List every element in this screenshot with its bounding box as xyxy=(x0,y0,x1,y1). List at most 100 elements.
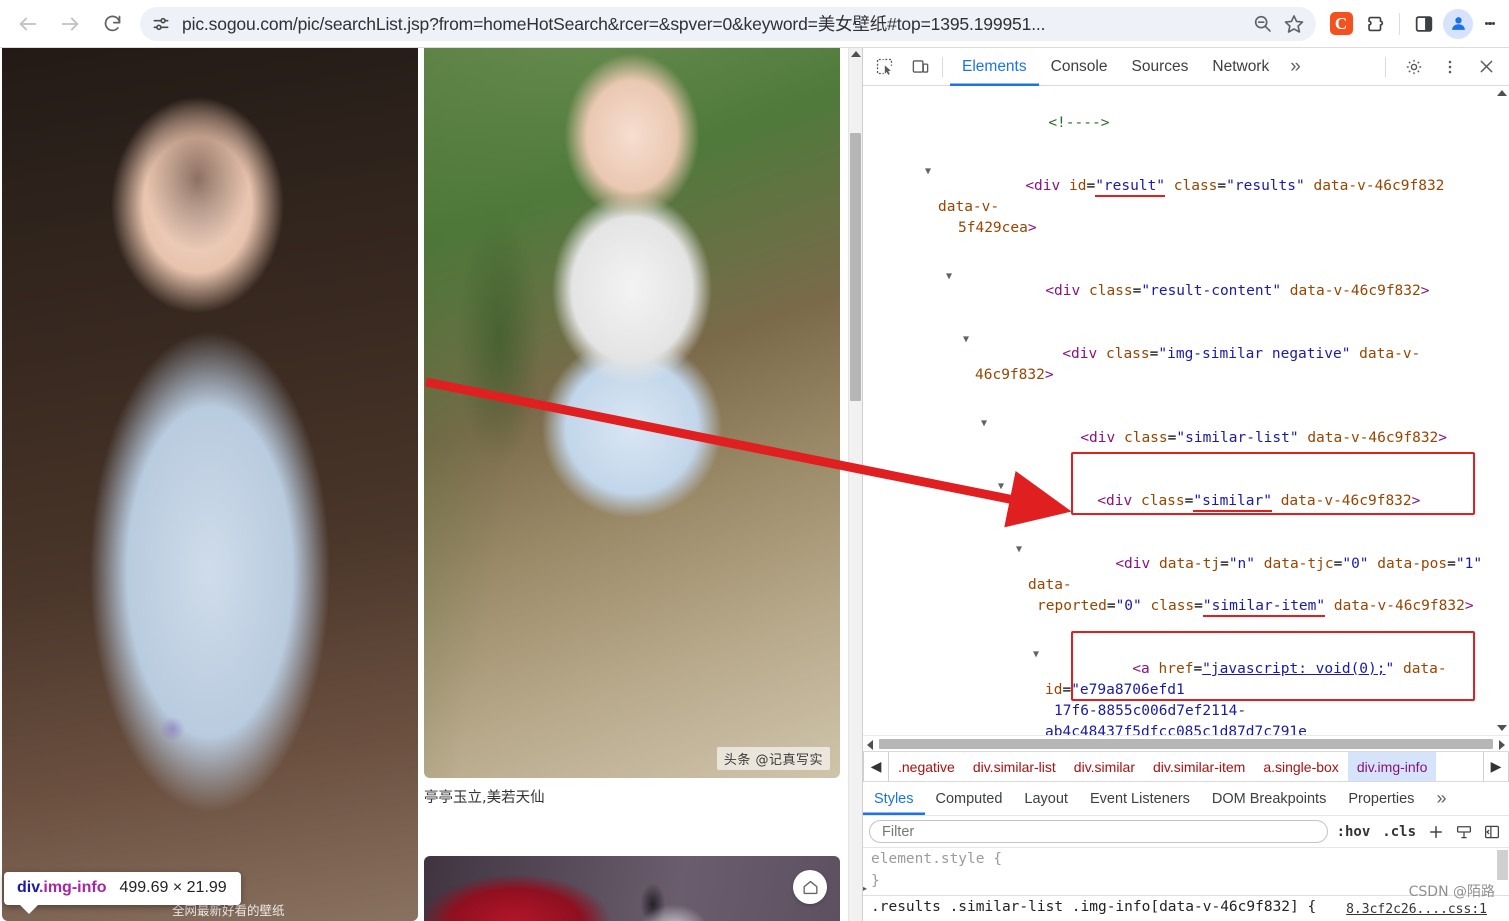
scroll-up-arrow-icon[interactable] xyxy=(851,51,861,57)
breadcrumb-item-negative[interactable]: .negative xyxy=(889,752,964,781)
styles-scrollbar-thumb[interactable] xyxy=(1497,850,1508,880)
css-rule-selector[interactable]: .results .similar-list .img-info[data-v-… xyxy=(871,899,1316,915)
dom-line[interactable]: ▼ <div class="similar" data-v-46c9f832> xyxy=(863,470,1495,533)
twisty-icon[interactable]: ▼ xyxy=(963,329,969,350)
tab-styles[interactable]: Styles xyxy=(863,782,925,815)
forward-button[interactable] xyxy=(52,6,88,42)
dom-line[interactable]: ▼ <div class="result-content" data-v-46c9… xyxy=(863,260,1495,323)
breadcrumb-item-similar-list[interactable]: div.similar-list xyxy=(964,752,1065,781)
page-scrollbar[interactable] xyxy=(848,48,862,921)
page-viewport: 全网最新好看的壁纸 头条 @记真写实 亭亭玉立,美若天仙 div.img-inf… xyxy=(0,48,862,921)
twisty-icon[interactable]: ▼ xyxy=(981,413,987,434)
dom-line[interactable]: ▼ <div id="result" class="results" data-v… xyxy=(863,155,1495,260)
twisty-icon[interactable]: ▼ xyxy=(925,161,931,182)
inspect-element-icon[interactable] xyxy=(869,52,899,82)
page-scrollbar-thumb[interactable] xyxy=(850,133,861,401)
result-photo[interactable] xyxy=(424,856,840,921)
extensions-area: C xyxy=(1324,7,1509,41)
styles-scrollbar[interactable] xyxy=(1496,848,1509,921)
toolbar-divider xyxy=(1385,56,1386,77)
dom-line[interactable]: ▼ <div class="img-similar negative" data-… xyxy=(863,323,1495,407)
image-result-card[interactable]: 头条 @记真写实 亭亭玉立,美若天仙 xyxy=(424,48,840,807)
dom-line[interactable]: <!----> xyxy=(863,92,1495,155)
back-arrow-icon xyxy=(19,17,37,30)
dom-tree[interactable]: <!----> ▼ <div id="result" class="results… xyxy=(863,86,1509,735)
tab-dom-breakpoints[interactable]: DOM Breakpoints xyxy=(1201,782,1337,815)
tab-computed[interactable]: Computed xyxy=(925,782,1014,815)
close-devtools-icon[interactable] xyxy=(1471,52,1501,82)
dom-line[interactable]: ▼ <div class="similar-list" data-v-46c9f8… xyxy=(863,407,1495,470)
scroll-down-arrow-icon[interactable] xyxy=(1497,725,1507,731)
scroll-right-arrow-icon[interactable] xyxy=(1499,740,1505,750)
reload-button[interactable] xyxy=(94,6,130,42)
breadcrumb-item-similar-item[interactable]: div.similar-item xyxy=(1144,752,1254,781)
tab-elements[interactable]: Elements xyxy=(950,48,1039,86)
dom-line[interactable]: ▼ <div data-tj="n" data-tjc="0" data-pos=… xyxy=(863,533,1495,638)
extension-c-button[interactable]: C xyxy=(1324,7,1358,41)
profile-avatar[interactable] xyxy=(1443,8,1473,39)
breadcrumb-item-img-info[interactable]: div.img-info xyxy=(1347,752,1437,781)
screenshot-root: pic.sogou.com/pic/searchList.jsp?from=ho… xyxy=(0,0,1509,921)
dom-tree-horizontal-scrollbar[interactable] xyxy=(863,735,1509,751)
breadcrumb-scroll-right[interactable]: ▶ xyxy=(1483,752,1509,781)
image-result-card[interactable] xyxy=(424,856,840,921)
twisty-icon[interactable]: ▼ xyxy=(998,476,1004,497)
dom-tree-scrollbar[interactable] xyxy=(1495,86,1509,735)
tab-console[interactable]: Console xyxy=(1039,48,1120,86)
photo-watermark: 头条 @记真写实 xyxy=(716,747,830,770)
element-inspect-tooltip: div.img-info 499.69 × 21.99 xyxy=(4,872,241,914)
tab-sources[interactable]: Sources xyxy=(1120,48,1201,86)
inspect-tooltip-tag: div.img-info xyxy=(17,879,107,896)
styles-rules-pane[interactable]: element.style { } .results .similar-list… xyxy=(863,847,1509,921)
h-scrollbar-thumb[interactable] xyxy=(879,739,1493,749)
scroll-left-arrow-icon[interactable] xyxy=(867,740,873,750)
reload-icon xyxy=(104,15,120,32)
twisty-icon[interactable]: ▼ xyxy=(1016,539,1022,560)
address-bar[interactable]: pic.sogou.com/pic/searchList.jsp?from=ho… xyxy=(140,6,1316,41)
breadcrumb-item-single-box[interactable]: a.single-box xyxy=(1254,752,1348,781)
site-settings-icon[interactable] xyxy=(144,7,178,41)
tab-network[interactable]: Network xyxy=(1200,48,1281,86)
tab-layout[interactable]: Layout xyxy=(1013,782,1079,815)
result-caption[interactable]: 亭亭玉立,美若天仙 xyxy=(424,786,840,807)
cls-toggle-button[interactable]: .cls xyxy=(1379,824,1419,840)
side-panel-icon[interactable] xyxy=(1407,7,1441,41)
styles-sidebar-tabs: Styles Computed Layout Event Listeners D… xyxy=(863,781,1509,815)
hov-toggle-button[interactable]: :hov xyxy=(1334,824,1374,840)
browser-menu-button[interactable] xyxy=(1475,7,1505,41)
image-result-card[interactable]: 全网最新好看的壁纸 xyxy=(2,48,418,921)
url-text[interactable]: pic.sogou.com/pic/searchList.jsp?from=ho… xyxy=(178,11,1246,36)
device-toolbar-icon[interactable] xyxy=(905,52,935,82)
styles-pane-collapse-arrow-icon[interactable]: ▸ xyxy=(863,877,868,899)
devtools-toolbar: Elements Console Sources Network » xyxy=(863,48,1509,86)
styles-filter-input[interactable]: Filter xyxy=(869,820,1328,843)
home-icon[interactable] xyxy=(793,870,827,904)
dom-line[interactable]: ▼ <a href="javascript: void(0);" data-id=… xyxy=(863,638,1495,735)
computed-styles-icon[interactable] xyxy=(1453,823,1475,841)
omnibox-actions xyxy=(1246,8,1316,40)
tab-more-chevron-icon[interactable]: » xyxy=(1425,782,1457,815)
breadcrumb-item-similar[interactable]: div.similar xyxy=(1065,752,1144,781)
twisty-icon[interactable]: ▼ xyxy=(1033,644,1039,665)
result-photo[interactable]: 头条 @记真写实 xyxy=(424,48,840,778)
scroll-up-arrow-icon[interactable] xyxy=(1497,90,1507,96)
dom-tree-content: <!----> ▼ <div id="result" class="results… xyxy=(863,86,1495,735)
tab-event-listeners[interactable]: Event Listeners xyxy=(1079,782,1201,815)
tab-properties[interactable]: Properties xyxy=(1337,782,1425,815)
result-photo[interactable]: 全网最新好看的壁纸 xyxy=(2,48,418,921)
extensions-puzzle-icon[interactable] xyxy=(1358,7,1392,41)
toggle-sidebar-icon[interactable] xyxy=(1481,823,1503,841)
bookmark-star-icon[interactable] xyxy=(1278,8,1310,40)
gear-icon[interactable] xyxy=(1399,52,1429,82)
twisty-icon[interactable]: ▼ xyxy=(946,266,952,287)
new-style-rule-plus-icon[interactable] xyxy=(1425,823,1447,841)
devtools-more-menu-icon[interactable] xyxy=(1435,52,1465,82)
tab-more-chevron-icon[interactable]: » xyxy=(1281,48,1310,86)
breadcrumb-scroll-left[interactable]: ◀ xyxy=(863,752,889,781)
devtools-tabs: Elements Console Sources Network » xyxy=(950,48,1378,86)
back-button[interactable] xyxy=(10,6,46,42)
devtools-panel: Elements Console Sources Network » <!---… xyxy=(862,48,1509,921)
toolbar-divider xyxy=(942,56,943,77)
image-results-grid: 全网最新好看的壁纸 头条 @记真写实 亭亭玉立,美若天仙 xyxy=(0,48,848,921)
zoom-out-icon[interactable] xyxy=(1246,8,1278,40)
